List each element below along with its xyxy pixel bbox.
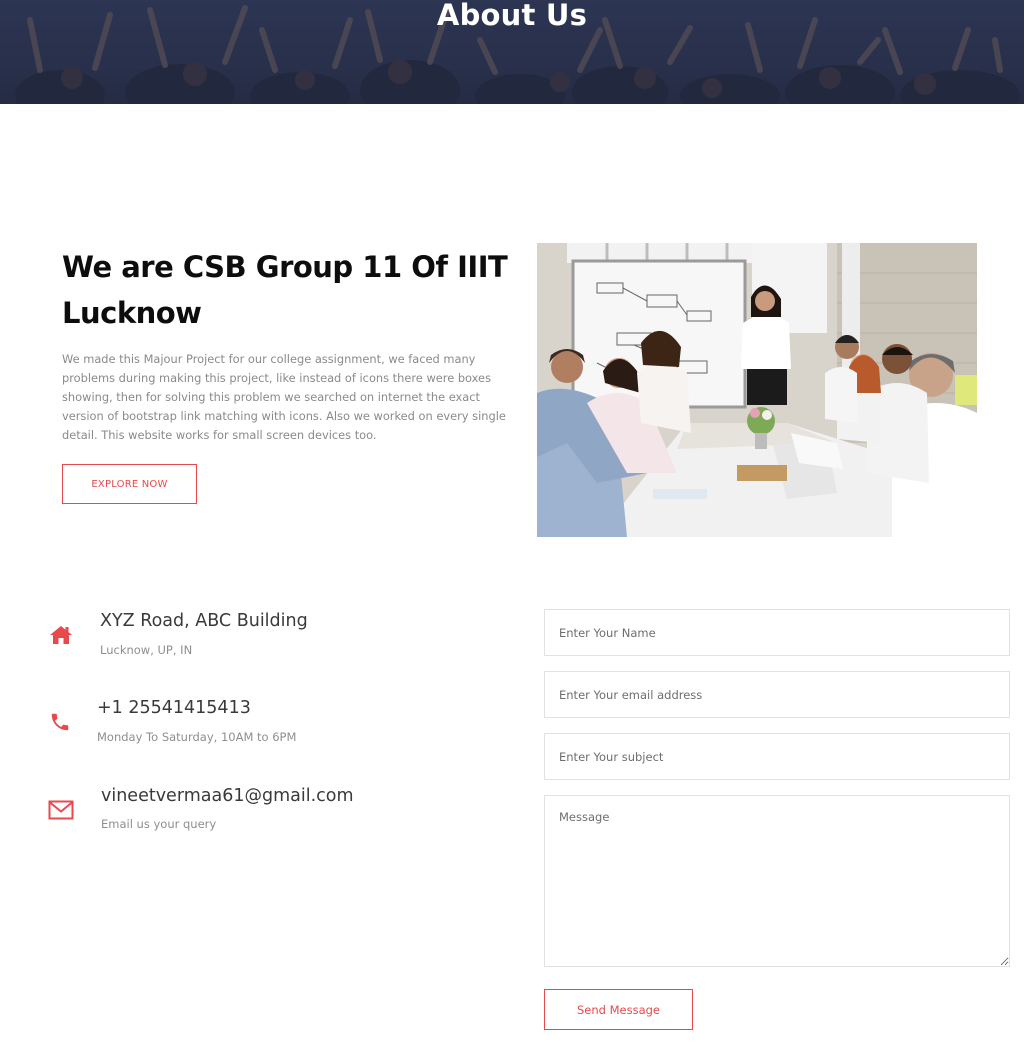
about-heading: We are CSB Group 11 Of IIIT Lucknow [62, 250, 508, 330]
email-address: vineetvermaa61@gmail.com [101, 786, 354, 806]
home-icon [48, 622, 74, 648]
about-description: We made this Majour Project for our coll… [62, 352, 506, 442]
page-title: About Us [436, 0, 588, 32]
meeting-photo [537, 243, 977, 537]
subject-input[interactable] [544, 733, 1010, 780]
address-line: XYZ Road, ABC Building [100, 611, 308, 631]
email-input[interactable] [544, 671, 1010, 718]
email-note: Email us your query [101, 817, 217, 831]
phone-number: +1 25541415413 [97, 698, 251, 718]
message-textarea[interactable] [544, 795, 1010, 967]
name-input[interactable] [544, 609, 1010, 656]
hero-banner: About Us [0, 0, 1024, 104]
phone-hours: Monday To Saturday, 10AM to 6PM [97, 730, 297, 744]
address-city: Lucknow, UP, IN [100, 643, 193, 657]
phone-icon [47, 709, 73, 735]
send-message-button[interactable]: Send Message [544, 989, 693, 1030]
explore-now-button[interactable]: EXPLORE NOW [62, 464, 197, 504]
envelope-icon [48, 797, 74, 823]
